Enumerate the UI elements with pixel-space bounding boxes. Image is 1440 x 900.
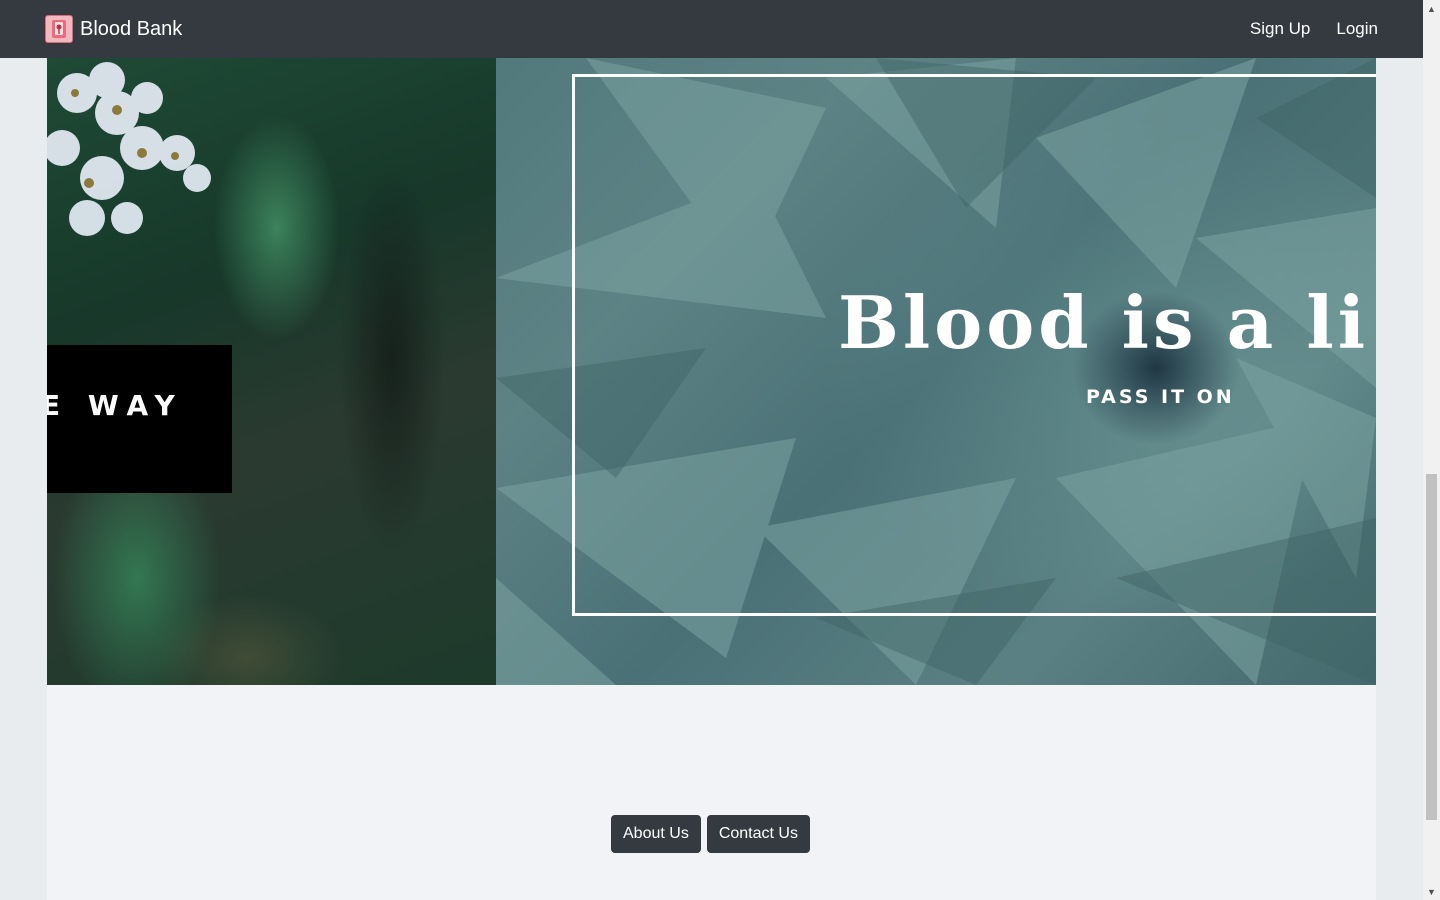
footer-buttons: About Us Contact Us: [611, 815, 810, 853]
scroll-thumb[interactable]: [1426, 474, 1437, 820]
about-us-button[interactable]: About Us: [611, 815, 701, 853]
top-navbar: Blood Bank Sign Up Login: [0, 0, 1423, 58]
brand-name: Blood Bank: [80, 17, 183, 40]
login-link[interactable]: Login: [1336, 19, 1378, 39]
contact-us-button[interactable]: Contact Us: [706, 815, 810, 853]
blood-bank-logo-icon: [45, 15, 73, 43]
slide-subtitle: PASS IT ON: [1086, 386, 1235, 408]
scroll-down-icon[interactable]: ▼: [1423, 883, 1440, 900]
flower-image: [47, 62, 211, 236]
hero-carousel[interactable]: E WAY Blood is a li PASS IT ON: [47, 58, 1376, 685]
signup-link[interactable]: Sign Up: [1250, 19, 1310, 39]
slide-tag-text: E WAY: [47, 389, 184, 422]
carousel-slide-succulent: Blood is a li PASS IT ON: [496, 58, 1376, 685]
main-content: E WAY Blood is a li PASS IT ON About Us …: [47, 58, 1376, 900]
vertical-scrollbar[interactable]: ▲ ▼: [1423, 0, 1440, 900]
slide-tag-box: E WAY: [47, 345, 232, 493]
nav-links: Sign Up Login: [1250, 19, 1378, 39]
scroll-up-icon[interactable]: ▲: [1423, 0, 1440, 17]
carousel-slide-flowers: E WAY: [47, 58, 496, 685]
slide-title: Blood is a li: [838, 280, 1370, 365]
brand-link[interactable]: Blood Bank: [45, 15, 182, 43]
